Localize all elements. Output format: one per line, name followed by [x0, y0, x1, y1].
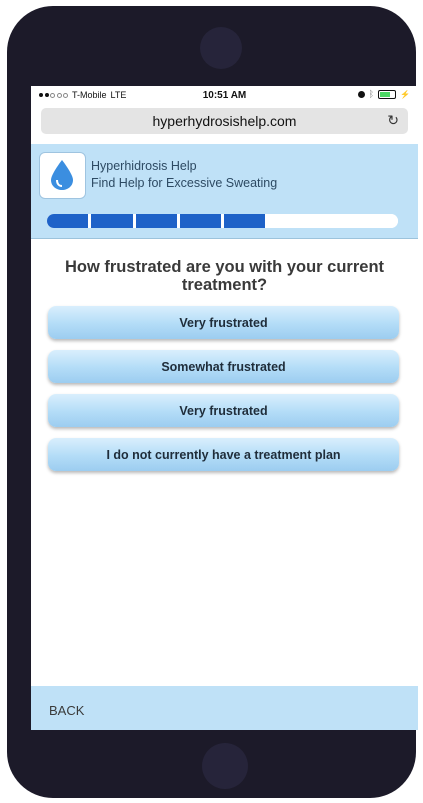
progress-bar: [47, 214, 398, 228]
status-right: ᛒ ⚡: [357, 89, 410, 99]
progress-segment: [356, 214, 398, 228]
phone-frame: T-Mobile LTE 10:51 AM ᛒ ⚡ hyperhydrosish…: [7, 6, 418, 798]
progress-segment: [47, 214, 89, 228]
footer-bar: BACK: [31, 686, 418, 730]
site-title: Hyperhidrosis Help: [91, 159, 197, 173]
back-button[interactable]: BACK: [49, 703, 84, 718]
progress-segment: [268, 214, 310, 228]
progress-segment: [224, 214, 266, 228]
progress-segment: [135, 214, 177, 228]
answer-button[interactable]: Somewhat frustrated: [48, 350, 399, 383]
progress-segment: [312, 214, 354, 228]
site-tagline: Find Help for Excessive Sweating: [91, 176, 278, 190]
status-bar: T-Mobile LTE 10:51 AM ᛒ ⚡: [31, 86, 418, 104]
water-drop-icon: [51, 160, 73, 190]
camera-icon: [200, 27, 242, 69]
reload-icon[interactable]: ↻: [387, 112, 399, 129]
charging-icon: ⚡: [400, 89, 410, 99]
url-text: hyperhydrosishelp.com: [152, 113, 297, 129]
phone-screen: T-Mobile LTE 10:51 AM ᛒ ⚡ hyperhydrosish…: [31, 86, 418, 730]
alarm-icon: [357, 90, 365, 98]
progress-segment: [179, 214, 221, 228]
progress-segment: [91, 214, 133, 228]
answer-button[interactable]: Very frustrated: [48, 306, 399, 339]
question-heading: How frustrated are you with your current…: [64, 258, 385, 294]
site-logo: [39, 152, 86, 199]
address-bar[interactable]: hyperhydrosishelp.com ↻: [41, 108, 408, 134]
answer-button[interactable]: I do not currently have a treatment plan: [48, 438, 399, 471]
answer-button[interactable]: Very frustrated: [48, 394, 399, 427]
answer-list: Very frustrated Somewhat frustrated Very…: [48, 306, 399, 482]
home-button[interactable]: [202, 743, 248, 789]
site-header: Hyperhidrosis Help Find Help for Excessi…: [31, 144, 418, 239]
battery-icon: [378, 89, 397, 99]
bluetooth-icon: ᛒ: [368, 89, 375, 99]
